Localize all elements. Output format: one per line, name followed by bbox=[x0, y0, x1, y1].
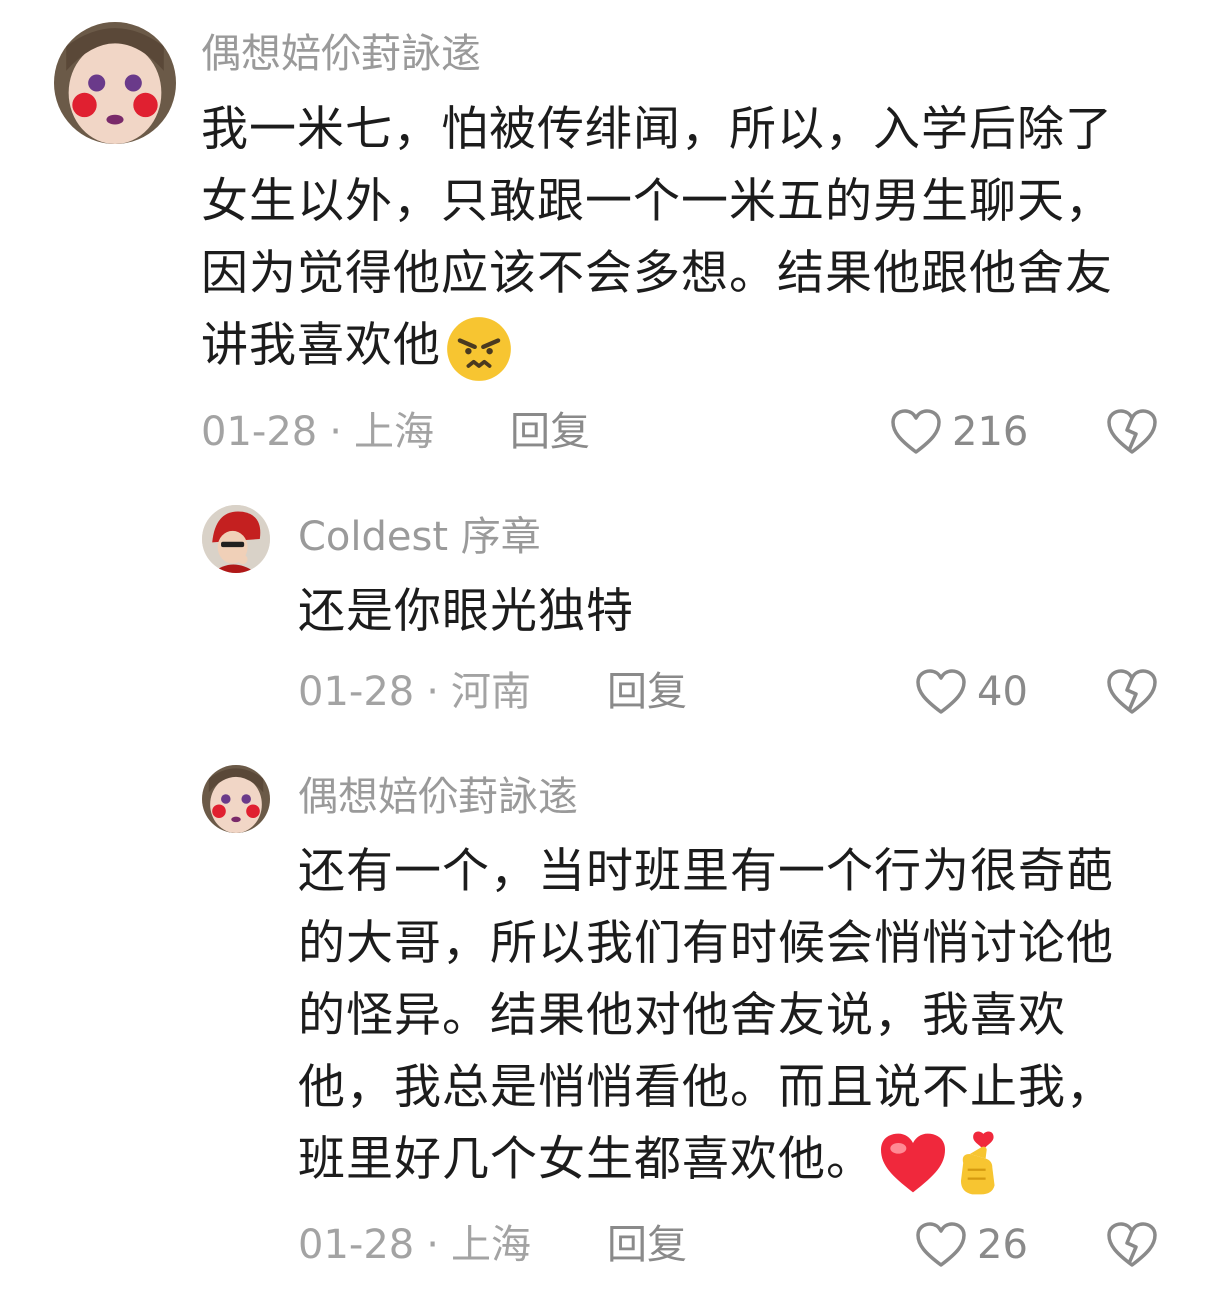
finger-heart-emoji-icon bbox=[960, 1131, 995, 1194]
angry-face-emoji-icon bbox=[447, 316, 511, 381]
heart-outline-icon bbox=[916, 1222, 966, 1267]
comment-line: 女生以外，只敢跟一个一米五的男生聊天， bbox=[201, 174, 1113, 229]
separator: · bbox=[329, 409, 342, 455]
like-count: 26 bbox=[977, 1222, 1028, 1268]
comment-line: 讲我喜欢他 bbox=[201, 310, 1181, 383]
comment-line: 班里好几个女生都喜欢他。 bbox=[298, 1124, 1178, 1197]
child-face-avatar-icon bbox=[54, 22, 176, 144]
like-count: 40 bbox=[977, 669, 1028, 715]
like-button[interactable]: 216 bbox=[890, 408, 1028, 456]
comment-line: 因为觉得他应该不会多想。结果他跟他舍友 bbox=[201, 246, 1113, 301]
avatar[interactable] bbox=[54, 22, 176, 144]
reply-button[interactable]: 回复 bbox=[607, 668, 687, 716]
comment-meta: 01-28 · 河南 bbox=[298, 668, 531, 716]
heart-outline-icon bbox=[891, 409, 941, 454]
red-hat-avatar-icon bbox=[202, 505, 270, 573]
date: 01-28 bbox=[298, 1222, 415, 1268]
comment-text: 还是你眼光独特 bbox=[298, 576, 1178, 648]
avatar[interactable] bbox=[202, 505, 270, 573]
date: 01-28 bbox=[298, 669, 415, 715]
like-button[interactable]: 40 bbox=[915, 668, 1028, 716]
like-count: 216 bbox=[952, 409, 1029, 455]
location: 上海 bbox=[353, 409, 434, 455]
red-heart-emoji-icon bbox=[881, 1133, 945, 1192]
like-button[interactable]: 26 bbox=[915, 1221, 1028, 1269]
location: 上海 bbox=[450, 1222, 531, 1268]
reply-button[interactable]: 回复 bbox=[510, 408, 590, 456]
reply-button[interactable]: 回复 bbox=[607, 1221, 687, 1269]
avatar[interactable] bbox=[202, 765, 270, 833]
comment-line: 的怪异。结果他对他舍友说，我喜欢 bbox=[298, 988, 1066, 1043]
location: 河南 bbox=[450, 669, 531, 715]
comment-text: 我一米七，怕被传绯闻，所以，入学后除了 女生以外，只敢跟一个一米五的男生聊天， … bbox=[201, 94, 1181, 383]
child-face-avatar-icon bbox=[202, 765, 270, 833]
comment-line: 我一米七，怕被传绯闻，所以，入学后除了 bbox=[201, 102, 1113, 157]
separator: · bbox=[426, 1222, 439, 1268]
comment-text: 还有一个，当时班里有一个行为很奇葩 的大哥，所以我们有时候会悄悄讨论他 的怪异。… bbox=[298, 836, 1178, 1197]
username[interactable]: 偶想婄伱葑詠逺 bbox=[201, 30, 481, 78]
separator: · bbox=[426, 669, 439, 715]
comment-line: 的大哥，所以我们有时候会悄悄讨论他 bbox=[298, 916, 1114, 971]
username[interactable]: Coldest 序章 bbox=[298, 513, 541, 561]
broken-heart-icon[interactable] bbox=[1106, 408, 1158, 456]
heart-outline-icon bbox=[916, 669, 966, 714]
comment-line: 还是你眼光独特 bbox=[298, 584, 634, 639]
broken-heart-icon[interactable] bbox=[1106, 1221, 1158, 1269]
broken-heart-icon[interactable] bbox=[1106, 668, 1158, 716]
date: 01-28 bbox=[201, 409, 318, 455]
comment-meta: 01-28 · 上海 bbox=[201, 408, 434, 456]
comment-meta: 01-28 · 上海 bbox=[298, 1221, 531, 1269]
username[interactable]: 偶想婄伱葑詠逺 bbox=[298, 773, 578, 821]
comment-line: 还有一个，当时班里有一个行为很奇葩 bbox=[298, 844, 1114, 899]
comment-line: 他，我总是悄悄看他。而且说不止我， bbox=[298, 1060, 1114, 1115]
